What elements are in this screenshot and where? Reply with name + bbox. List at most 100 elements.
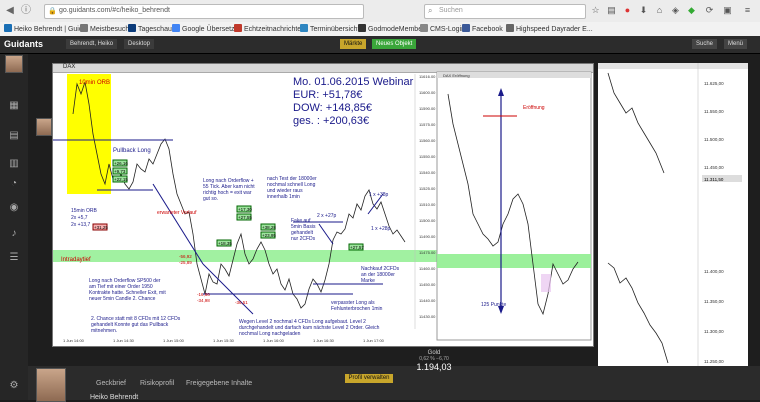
svg-text:+18,35: +18,35 xyxy=(218,241,232,246)
bookmark-item[interactable]: Echtzeitnachrichten xyxy=(234,24,305,33)
manage-profile-button[interactable]: Profil verwalten xyxy=(345,374,393,383)
info-icon[interactable]: ⓘ xyxy=(20,5,32,17)
svg-text:11.450,00: 11.450,00 xyxy=(704,165,724,170)
svg-text:+26,16: +26,16 xyxy=(114,161,128,166)
star-icon[interactable]: ☆ xyxy=(590,5,601,16)
right-price-highlight: 11.311,50 xyxy=(704,177,724,182)
main-chart-canvas[interactable]: Mo. 01.06.2015 Webinar EUR: +51,78€ DOW:… xyxy=(53,64,593,346)
sync-icon[interactable]: ⟳ xyxy=(704,5,715,16)
tab-risikoprofil[interactable]: Risikoprofil xyxy=(140,380,174,387)
bookmark-item[interactable]: Tageschau xyxy=(128,24,172,33)
svg-text:11.250,00: 11.250,00 xyxy=(704,359,724,364)
gauge-icon[interactable]: ◔ xyxy=(7,178,21,190)
svg-text:11560.00: 11560.00 xyxy=(419,138,436,143)
bookmark-item[interactable]: Terminübersicht xyxy=(300,24,359,33)
menu-icon[interactable]: ≡ xyxy=(742,5,753,16)
clipboard-icon[interactable]: ▤ xyxy=(606,5,617,16)
svg-text:11.550,00: 11.550,00 xyxy=(704,109,724,114)
svg-text:-56,92: -56,92 xyxy=(179,254,192,259)
screenshot-icon[interactable]: ▣ xyxy=(722,5,733,16)
guidants-logo[interactable]: Guidants xyxy=(4,39,43,49)
bookmark-favicon xyxy=(358,24,366,32)
svg-text:11.625,00: 11.625,00 xyxy=(704,81,724,86)
total-result: ges. : +200,63€ xyxy=(293,115,369,127)
pocket-icon[interactable]: ◈ xyxy=(670,5,681,16)
right-candles-top xyxy=(607,72,665,174)
bell-icon[interactable]: ♪ xyxy=(7,228,21,240)
orb10-label: 10min ORB xyxy=(79,80,110,86)
svg-text:1 Jun 15:00: 1 Jun 15:00 xyxy=(163,338,185,343)
svg-text:gut so.: gut so. xyxy=(203,196,218,202)
svg-text:11600.00: 11600.00 xyxy=(419,90,436,95)
bookmark-item[interactable]: Facebook xyxy=(462,24,503,33)
right-candles-bottom xyxy=(607,262,669,364)
news-icon[interactable]: ▤ xyxy=(7,130,21,142)
url-bar[interactable]: 🔒 go.guidants.com/#c/heiko_behrendt xyxy=(44,4,364,19)
orb15-line2: 2x +5,7 xyxy=(71,215,88,221)
svg-text:+27,57: +27,57 xyxy=(350,245,364,250)
svg-text:1 Jun 17:00: 1 Jun 17:00 xyxy=(363,338,385,343)
menu-button[interactable]: Menü xyxy=(724,39,748,49)
svg-text:Fehlunterbrochen 1min: Fehlunterbrochen 1min xyxy=(331,306,383,312)
avatar[interactable] xyxy=(5,55,23,73)
tab-profile[interactable]: Behrendt, Heiko xyxy=(66,39,118,49)
eur-result: EUR: +51,78€ xyxy=(293,89,362,101)
gold-ticker[interactable]: Gold 0,62 % −6,70 1.194,03 xyxy=(414,350,454,382)
svg-text:Marke: Marke xyxy=(361,278,375,284)
time-axis: 1 Jun 14:00 1 Jun 14:30 1 Jun 15:00 1 Ju… xyxy=(63,338,385,343)
download-icon[interactable]: ⬇ xyxy=(638,5,649,16)
list-icon[interactable]: ☰ xyxy=(7,252,21,264)
svg-text:1 Jun 14:30: 1 Jun 14:30 xyxy=(113,338,135,343)
svg-text:+9,73: +9,73 xyxy=(114,169,126,174)
tab-desktop[interactable]: Desktop xyxy=(124,39,155,49)
svg-text:11.300,00: 11.300,00 xyxy=(704,329,724,334)
svg-text:11490.00: 11490.00 xyxy=(419,234,436,239)
bookmark-item[interactable]: Highspeed Dayrader E... xyxy=(506,24,593,33)
svg-text:neuer 5min Candle 2. Chance: neuer 5min Candle 2. Chance xyxy=(89,296,156,302)
bookmark-favicon xyxy=(506,24,514,32)
tab-freigegebene-inhalte[interactable]: Freigegebene Inhalte xyxy=(186,380,252,387)
settings-icon[interactable]: ⚙ xyxy=(7,380,21,392)
webinar-headline: Mo. 01.06.2015 Webinar xyxy=(293,76,414,88)
home-icon[interactable]: ⌂ xyxy=(654,5,665,16)
right-chart-panel[interactable]: 11.625,00 11.550,00 11.500,00 11.450,00 … xyxy=(598,63,748,385)
bookmark-favicon xyxy=(128,24,136,32)
orb15-label: 15min ORB xyxy=(71,208,98,214)
chart-icon[interactable]: ▥ xyxy=(7,158,21,170)
search-button[interactable]: Suche xyxy=(692,39,718,49)
tab-geckbrief[interactable]: Geckbrief xyxy=(96,380,126,387)
svg-text:+22,15: +22,15 xyxy=(114,177,128,182)
svg-text:11500.00: 11500.00 xyxy=(419,218,436,223)
inner-chart-title: DAX Eröffnung xyxy=(443,73,470,78)
back-icon[interactable]: ◀ xyxy=(4,5,16,17)
profile-avatar[interactable] xyxy=(36,368,66,402)
bookmark-item[interactable]: Meistbesucht xyxy=(80,24,131,33)
svg-text:+38,28: +38,28 xyxy=(262,225,276,230)
lock-icon: 🔒 xyxy=(48,8,57,15)
bookmark-item[interactable]: GodmodeMembers xyxy=(358,24,428,33)
markets-button[interactable]: Märkte xyxy=(340,39,367,49)
bookmark-item[interactable]: Google Übersetzer xyxy=(172,24,241,33)
bookmarks-bar: Heiko Behrendt | Guid... Meistbesucht Ta… xyxy=(0,22,760,37)
expected-arrow-2 xyxy=(202,263,254,315)
inner-chart: DAX Eröffnung Eröffnung 125 Punkte xyxy=(436,71,592,341)
arrow xyxy=(318,223,334,245)
search-icon: ⌕ xyxy=(428,6,433,15)
shield-icon[interactable]: ◆ xyxy=(686,5,697,16)
browser-toolbar: ◀ ⓘ 🔒 go.guidants.com/#c/heiko_behrendt … xyxy=(0,0,760,23)
addon-icon[interactable]: ● xyxy=(622,5,633,16)
bookmark-favicon xyxy=(300,24,308,32)
search-input[interactable]: ⌕ Suchen xyxy=(424,4,586,19)
inner-highlight xyxy=(541,274,551,292)
user-icon[interactable]: ◉ xyxy=(7,202,21,214)
bookmark-item[interactable]: CMS-Login xyxy=(420,24,465,33)
profile-bottom-panel: Geckbrief Risikoprofil Freigegebene Inha… xyxy=(28,366,760,402)
svg-text:nur 2CFDs: nur 2CFDs xyxy=(291,236,316,242)
calendar-icon[interactable]: ▦ xyxy=(7,100,21,112)
svg-text:-25,89: -25,89 xyxy=(179,260,192,265)
bookmark-favicon xyxy=(462,24,470,32)
bookmark-item[interactable]: Heiko Behrendt | Guid... xyxy=(4,24,89,33)
svg-text:+17,30: +17,30 xyxy=(238,207,252,212)
avatar-small[interactable] xyxy=(36,118,52,136)
new-object-button[interactable]: Neues Objekt xyxy=(372,39,417,49)
